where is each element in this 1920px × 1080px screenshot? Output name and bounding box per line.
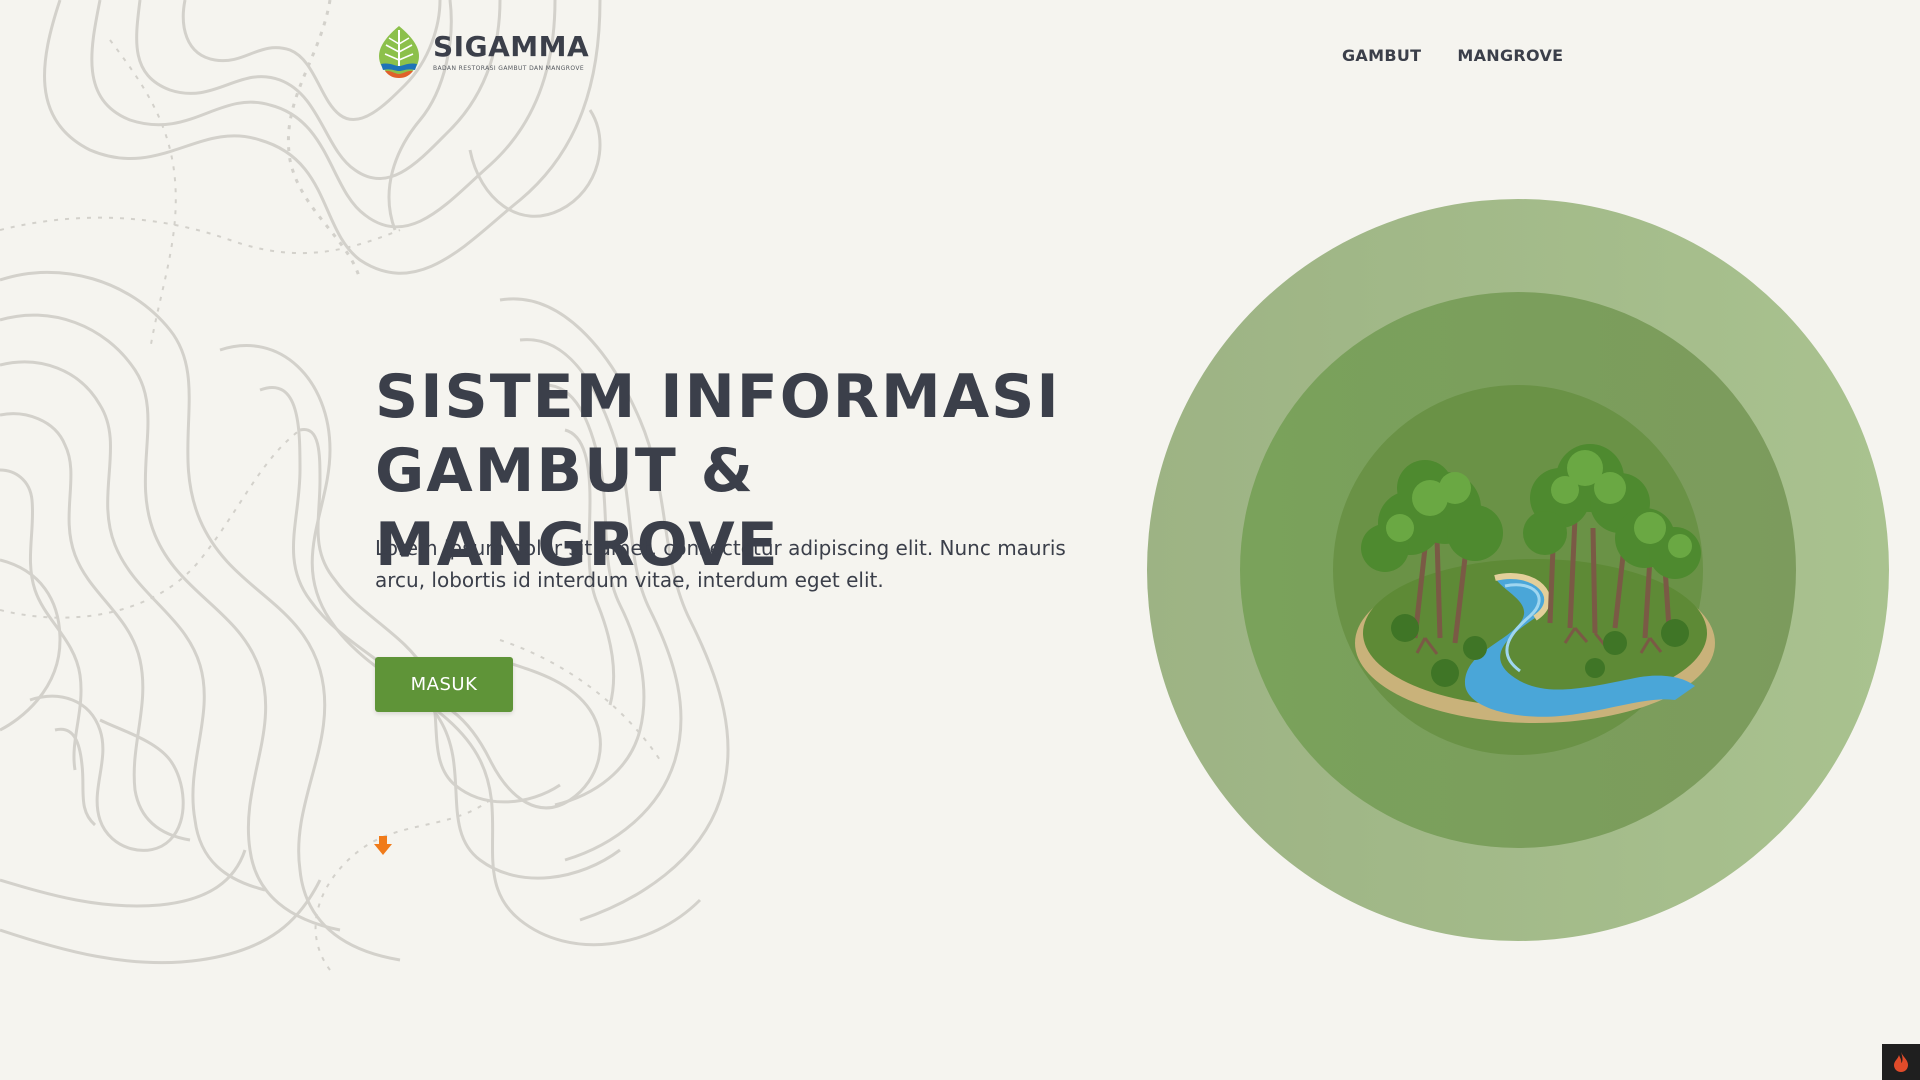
brand-tagline: BADAN RESTORASI GAMBUT DAN MANGROVE (433, 65, 585, 72)
masuk-button[interactable]: MASUK (375, 657, 513, 712)
mangrove-island-image (1355, 444, 1715, 723)
landing-page: SIGAMMA BADAN RESTORASI GAMBUT DAN MANGR… (0, 0, 1920, 1080)
arrow-down-icon[interactable] (374, 836, 392, 856)
corner-widget[interactable] (1882, 1044, 1920, 1080)
brand-name: SIGAMMA (433, 30, 590, 63)
brand-logo-link[interactable]: SIGAMMA BADAN RESTORASI GAMBUT DAN MANGR… (375, 24, 589, 80)
nav-link-mangrove[interactable]: MANGROVE (1457, 46, 1563, 65)
hero-title-line-1: SISTEM INFORMASI (375, 362, 1061, 432)
leaf-logo-icon (379, 26, 419, 78)
hero-description: Lorem ipsum dolor sit amet, consectetur … (375, 536, 1066, 592)
flame-icon (1894, 1052, 1908, 1072)
main-nav: GAMBUT MANGROVE (1342, 46, 1563, 65)
nav-link-gambut[interactable]: GAMBUT (1342, 46, 1421, 65)
